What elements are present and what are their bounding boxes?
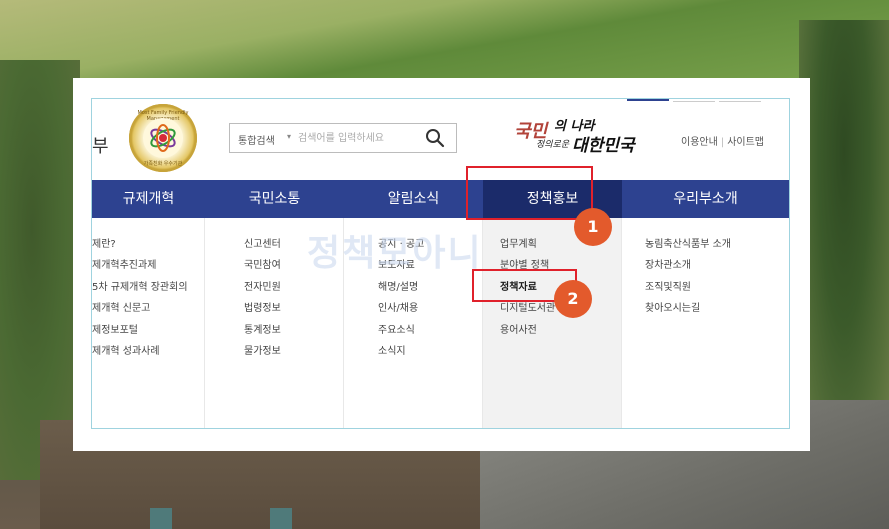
menu-item[interactable]: 물가정보	[244, 342, 281, 363]
emblem-flower-icon	[143, 118, 183, 158]
background-field	[0, 0, 889, 80]
menu-item[interactable]: 제정보포털	[92, 321, 188, 342]
emblem-bottom-text: 가족친화 우수기관	[143, 161, 183, 167]
menu-item[interactable]: 인사/채용	[378, 299, 424, 320]
menu-column: 제란? 제개혁추진과제 5차 규제개혁 장관회의 제개혁 신문고 제정보포털 제…	[92, 218, 205, 428]
menu-item[interactable]: 전자민원	[244, 278, 281, 299]
top-tab[interactable]	[719, 99, 761, 102]
background-window	[270, 508, 292, 529]
menu-item[interactable]: 용어사전	[500, 321, 555, 342]
menu-item[interactable]: 제개혁 성과사례	[92, 342, 188, 363]
step-badge-2: 2	[554, 280, 592, 318]
search-icon[interactable]	[425, 128, 445, 148]
menu-item[interactable]: 5차 규제개혁 장관회의	[92, 278, 188, 299]
search-category-select[interactable]: 통합검색	[238, 132, 275, 147]
menu-item[interactable]: 제개혁추진과제	[92, 256, 188, 277]
nav-item-regulation-reform[interactable]: 규제개혁	[92, 180, 205, 218]
menu-item[interactable]: 장차관소개	[645, 256, 731, 277]
menu-item[interactable]: 국민참여	[244, 256, 281, 277]
menu-item[interactable]: 디지털도서관	[500, 299, 555, 320]
menu-item[interactable]: 법령정보	[244, 299, 281, 320]
menu-column-active: 업무계획 분야별 정책 정책자료 디지털도서관 용어사전	[483, 218, 622, 428]
background-tree-left	[0, 60, 80, 480]
slogan-logo: 국민 의 나라 정의로운 대한민국	[514, 111, 644, 159]
sitemap-link[interactable]: 사이트맵	[727, 137, 764, 148]
nav-item-news[interactable]: 알림소식	[344, 180, 483, 218]
site-title-fragment: 부	[92, 136, 109, 157]
search-box: 통합검색 ▾	[229, 123, 457, 153]
menu-item[interactable]: 소식지	[378, 342, 424, 363]
menu-item[interactable]: 통계정보	[244, 321, 281, 342]
menu-item[interactable]: 업무계획	[500, 235, 555, 256]
utility-links: 이용안내 | 사이트맵	[681, 133, 764, 148]
top-tab[interactable]	[627, 99, 669, 101]
menu-item[interactable]: 조직및직원	[645, 278, 731, 299]
menu-item[interactable]: 해명/설명	[378, 278, 424, 299]
menu-item[interactable]: 신고센터	[244, 235, 281, 256]
step-badge-1: 1	[574, 208, 612, 246]
chevron-down-icon: ▾	[287, 132, 292, 141]
slogan-line2: 정의로운	[536, 140, 570, 150]
main-nav: 규제개혁 국민소통 알림소식 정책홍보 우리부소개	[92, 180, 789, 218]
menu-item[interactable]: 농림축산식품부 소개	[645, 235, 731, 256]
nav-item-public-communication[interactable]: 국민소통	[205, 180, 344, 218]
website-frame: 부 Most Family Friendly Management 가족친화 우…	[91, 98, 790, 429]
family-friendly-emblem: Most Family Friendly Management 가족친화 우수기…	[129, 104, 197, 172]
guide-link[interactable]: 이용안내	[681, 137, 718, 148]
menu-item[interactable]: 제란?	[92, 235, 188, 256]
menu-column: 농림축산식품부 소개 장차관소개 조직및직원 찾아오시는길	[622, 218, 789, 428]
search-input[interactable]	[298, 129, 418, 147]
menu-item[interactable]: 주요소식	[378, 321, 424, 342]
background-window	[150, 508, 172, 529]
menu-item[interactable]: 제개혁 신문고	[92, 299, 188, 320]
top-tab[interactable]	[673, 99, 715, 102]
watermark: 정책모아니	[307, 233, 483, 274]
nav-item-about-ministry[interactable]: 우리부소개	[622, 180, 789, 218]
menu-item[interactable]: 찾아오시는길	[645, 299, 731, 320]
highlight-box-nav	[466, 166, 593, 220]
slogan-line2-big: 대한민국	[572, 136, 635, 156]
divider: |	[720, 137, 725, 148]
background-tree-right	[799, 20, 889, 460]
